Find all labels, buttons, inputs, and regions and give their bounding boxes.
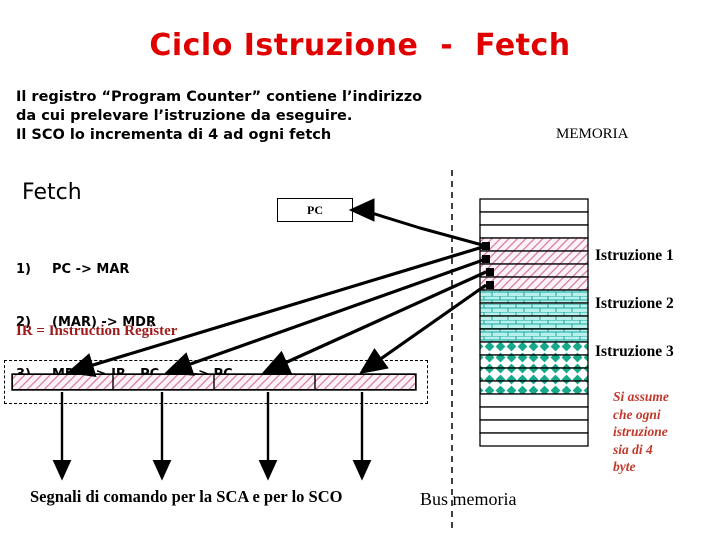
memory-heading: MEMORIA [556,126,629,142]
ir-legend-text: IR = Instruction Register [16,323,178,339]
memory-label-istruzione-1: Istruzione 1 [595,247,674,264]
memory-column [479,198,589,447]
ir-byte-cell [315,375,415,389]
step-text: PC -> MAR [52,262,130,277]
ir-byte-cell [215,375,316,389]
memory-bus-label: Bus memoria [420,489,517,509]
pc-register-box: PC [277,198,353,222]
assumption-note: Si assume che ogni istruzione sia di 4 b… [613,389,669,474]
step-number: 1) [16,262,31,277]
list-item: 1) PC -> MAR [16,261,233,279]
arrow-memory-to-pc [348,198,490,250]
fetch-heading: Fetch [22,180,82,205]
ir-byte-cell [13,375,114,389]
ir-register-bar [12,374,416,390]
page-title: Ciclo Istruzione - Fetch [149,28,571,63]
ir-byte-cell [114,375,215,389]
memory-label-istruzione-2: Istruzione 2 [595,295,674,312]
slide-canvas: Ciclo Istruzione - Fetch Il registro “Pr… [0,0,720,540]
intro-paragraph: Il registro “Program Counter” contiene l… [16,89,423,143]
control-signals-label: Segnali di comando per la SCA e per lo S… [30,487,343,506]
memory-label-istruzione-3: Istruzione 3 [595,343,674,360]
